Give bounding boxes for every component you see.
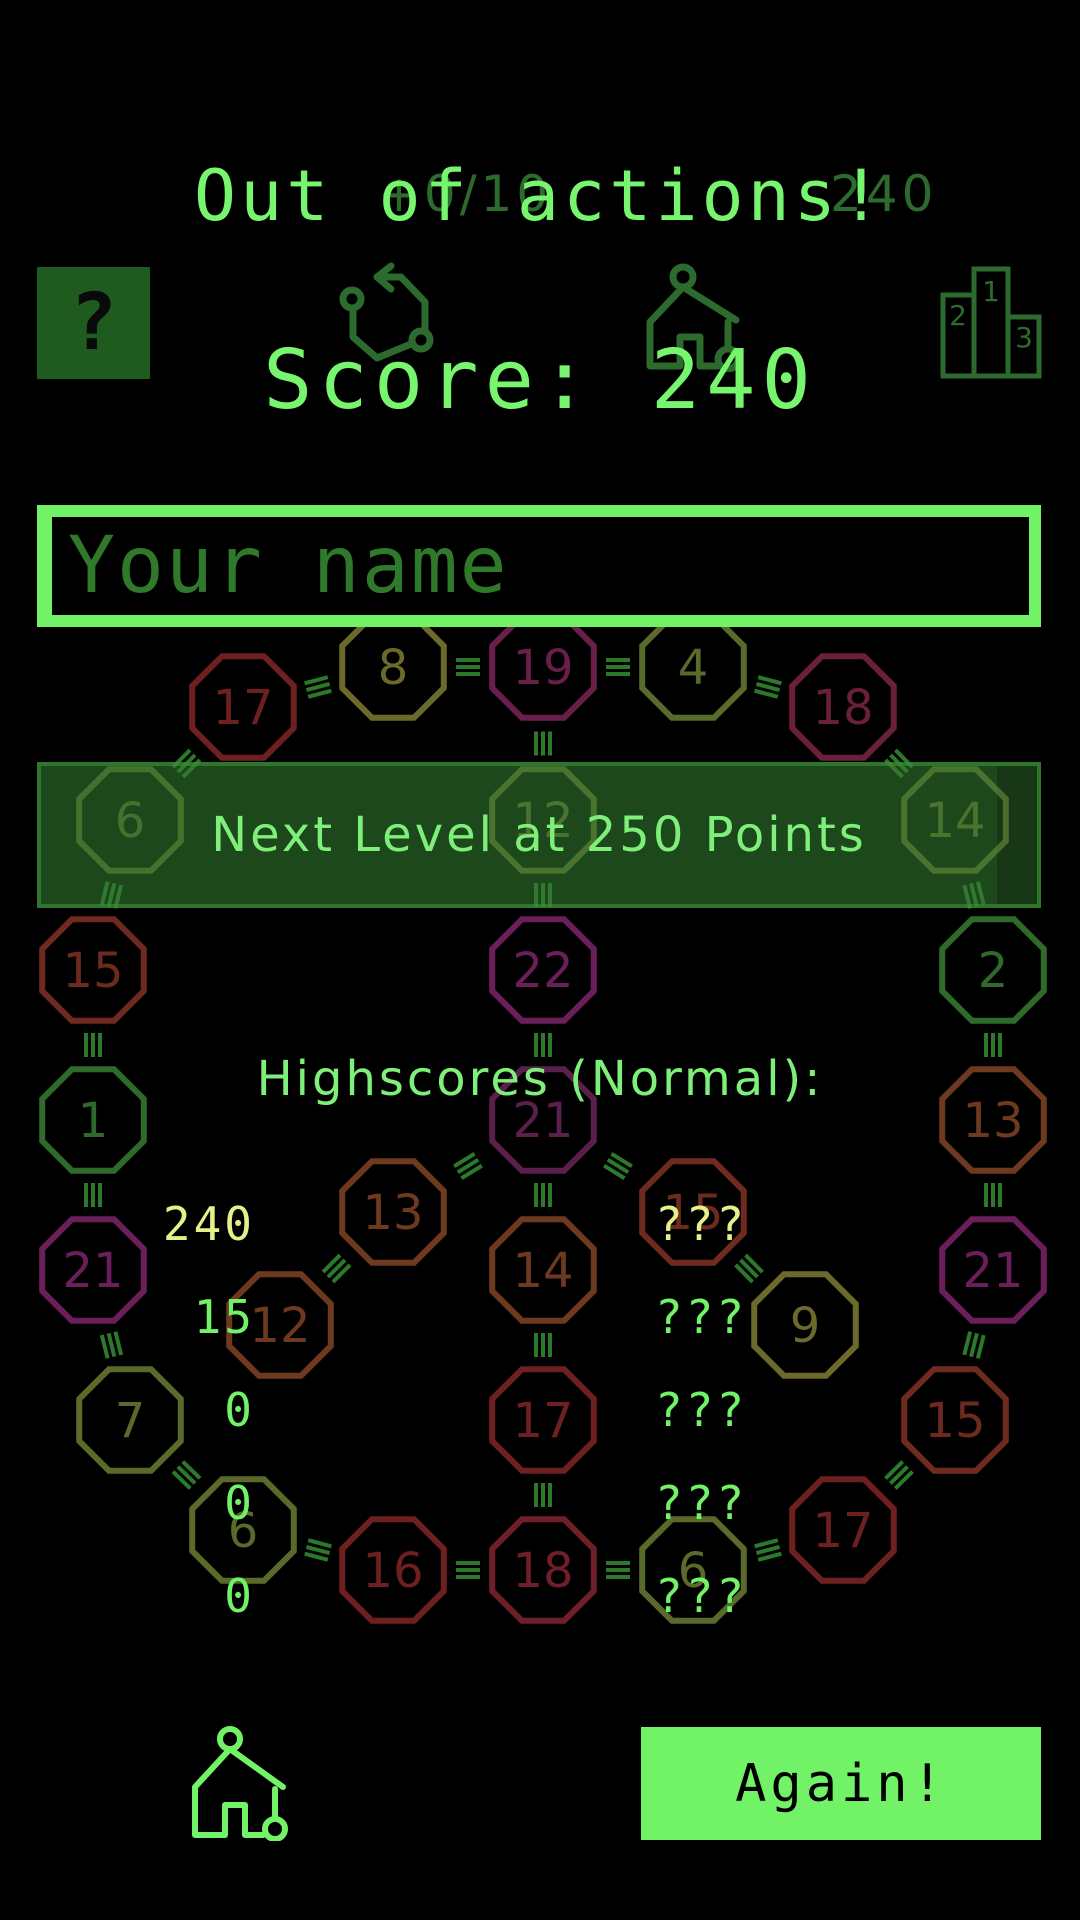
board-node: 16 [339, 1516, 447, 1624]
board-node-label: 13 [362, 1185, 423, 1241]
board-node: 2 [939, 916, 1047, 1024]
score-item: 0 [224, 1383, 255, 1437]
popup-title: Out of actions! [193, 155, 887, 237]
board-node-label: 19 [512, 640, 573, 696]
board-node: 18 [489, 1516, 597, 1624]
name-item: ??? [655, 1197, 748, 1251]
highscore-names: ??? ??? ??? ??? ??? [655, 1178, 855, 1643]
score-item: 0 [224, 1476, 255, 1530]
home-icon[interactable] [185, 1725, 291, 1841]
board-node-label: 17 [212, 680, 273, 736]
board-node-label: 18 [812, 680, 873, 736]
final-score: Score: 240 [263, 333, 817, 428]
board-connector [755, 681, 781, 693]
highscores-title: Highscores (Normal): [256, 1051, 824, 1107]
name-input[interactable] [49, 517, 1029, 615]
board-connector [757, 675, 782, 686]
score-item: 0 [224, 1569, 255, 1623]
board-node: 17 [489, 1366, 597, 1474]
svg-text:1: 1 [982, 275, 1000, 308]
board-node-label: 15 [924, 1393, 985, 1449]
next-level-banner: Next Level at 250 Points [37, 762, 1041, 908]
highscore-scores: 240 15 0 0 0 [0, 1178, 255, 1643]
board-node-label: 18 [512, 1543, 573, 1599]
board-node: 4 [639, 613, 747, 721]
score-item: 240 [162, 1197, 255, 1251]
board-node-label: 16 [362, 1543, 423, 1599]
board-node-label: 22 [512, 943, 573, 999]
board-node: 18 [789, 653, 897, 761]
svg-text:2: 2 [949, 299, 967, 332]
again-button[interactable]: Again! [641, 1727, 1041, 1840]
next-level-text: Next Level at 250 Points [211, 807, 867, 863]
board-node-label: 2 [978, 943, 1009, 999]
board-node-label: 12 [249, 1298, 310, 1354]
score-item: 15 [193, 1290, 255, 1344]
board-node: 15 [901, 1366, 1009, 1474]
board-connector [304, 675, 329, 686]
board-node-label: 21 [962, 1243, 1023, 1299]
board-node-label: 8 [378, 640, 409, 696]
board-node: 8 [339, 613, 447, 721]
board-connector [969, 1332, 979, 1358]
name-item: ??? [655, 1290, 748, 1344]
board-node: 22 [489, 916, 597, 1024]
board-connector [304, 1551, 329, 1562]
board-connector [975, 1334, 986, 1359]
board-connector [307, 688, 332, 699]
board-node: 14 [489, 1216, 597, 1324]
board-node-label: 4 [678, 640, 709, 696]
board-connector [305, 1544, 331, 1556]
board-node-label: 17 [512, 1393, 573, 1449]
name-item: ??? [655, 1383, 748, 1437]
board-node-label: 14 [512, 1243, 573, 1299]
name-item: ??? [655, 1569, 748, 1623]
name-item: ??? [655, 1476, 748, 1530]
board-node-label: 15 [62, 943, 123, 999]
board-connector [962, 1331, 973, 1356]
board-connector [307, 1538, 332, 1549]
board-connector [754, 688, 779, 699]
board-node: 19 [489, 613, 597, 721]
board-node: 15 [39, 916, 147, 1024]
board-node: 13 [339, 1158, 447, 1266]
board-node: 21 [939, 1216, 1047, 1324]
board-connector [305, 681, 331, 693]
name-field[interactable] [37, 505, 1041, 627]
board-node: 17 [189, 653, 297, 761]
